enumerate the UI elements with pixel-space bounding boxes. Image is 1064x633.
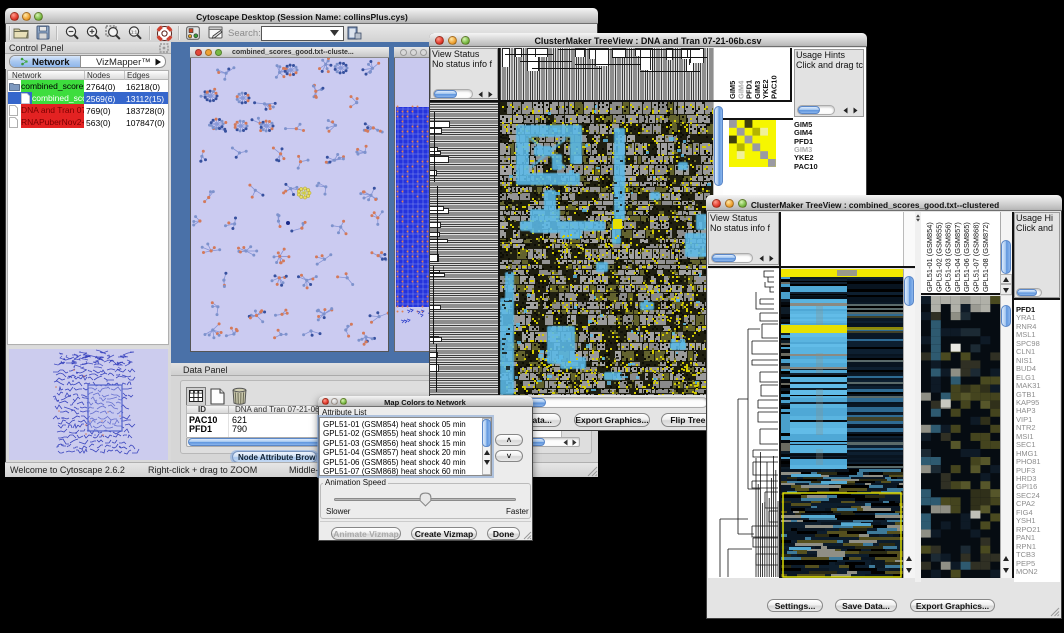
svg-text:GPL51-06 (GSM865): GPL51-06 (GSM865) bbox=[962, 222, 971, 292]
svg-text:PAC10: PAC10 bbox=[770, 75, 779, 99]
svg-text:GPL51-04 (GSM857): GPL51-04 (GSM857) bbox=[953, 222, 962, 292]
svg-text:GPL51-08 (GSM872): GPL51-08 (GSM872) bbox=[981, 222, 990, 292]
svg-text:GPL51-01 (GSM854): GPL51-01 (GSM854) bbox=[925, 222, 934, 292]
svg-text:1:1: 1:1 bbox=[131, 29, 138, 34]
svg-text:GPL51-07 (GSM868): GPL51-07 (GSM868) bbox=[972, 222, 981, 292]
svg-text:GPL51-03 (GSM856): GPL51-03 (GSM856) bbox=[944, 222, 953, 292]
svg-text:GPL51-02 (GSM855): GPL51-02 (GSM855) bbox=[934, 222, 943, 292]
